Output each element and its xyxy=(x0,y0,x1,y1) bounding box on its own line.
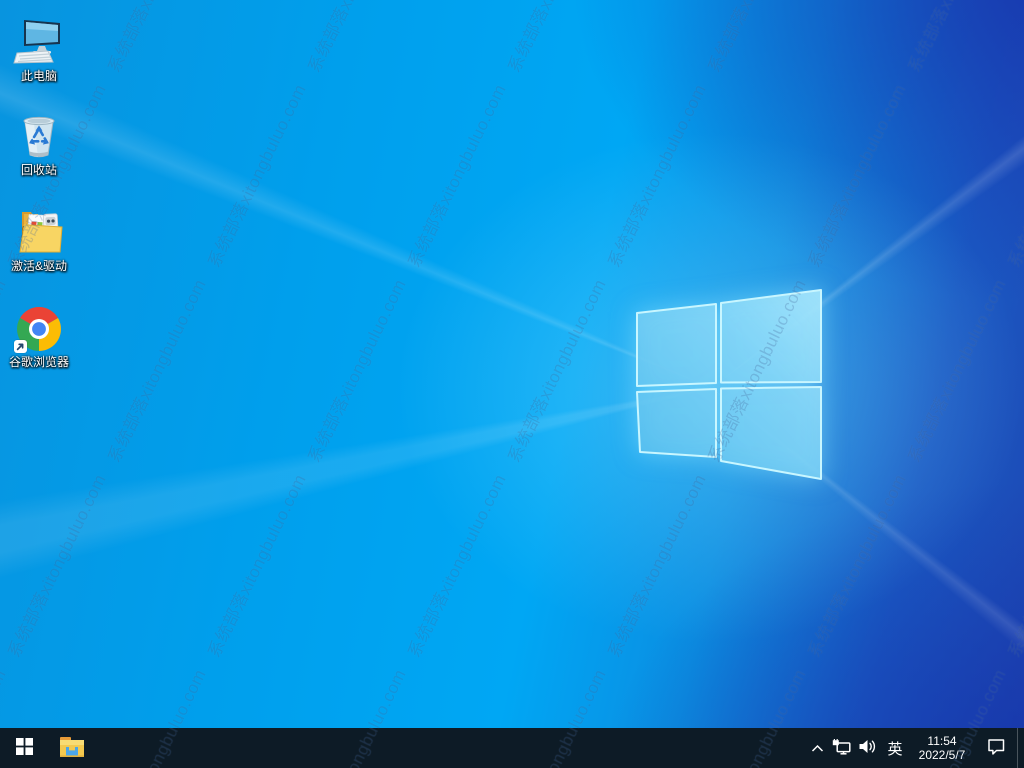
show-desktop-button[interactable] xyxy=(1017,728,1024,768)
windows-start-icon xyxy=(15,738,33,758)
ethernet-network-icon xyxy=(832,738,851,758)
taskbar: 英 11:54 2022/5/7 xyxy=(0,728,1024,768)
taskbar-clock[interactable]: 11:54 2022/5/7 xyxy=(909,728,975,768)
hidden-icons-button[interactable] xyxy=(805,728,829,768)
action-center-button[interactable] xyxy=(975,728,1017,768)
open-folder-icon xyxy=(14,204,64,256)
volume-tray-button[interactable] xyxy=(854,728,881,768)
desktop-icon-label: 谷歌浏览器 xyxy=(8,355,69,369)
notification-bubble-icon xyxy=(987,738,1006,758)
chevron-up-icon xyxy=(811,741,824,756)
desktop-icon-label: 此电脑 xyxy=(20,69,57,83)
desktop-icon-label: 激活&驱动 xyxy=(10,259,67,273)
this-pc-icon xyxy=(13,14,65,66)
chrome-icon xyxy=(14,300,62,353)
clock-time: 11:54 xyxy=(927,734,957,748)
system-tray: 英 11:54 2022/5/7 xyxy=(805,728,1024,768)
desktop-icon-this-pc[interactable]: 此电脑 xyxy=(2,14,76,83)
wallpaper xyxy=(0,0,1024,768)
file-explorer-button[interactable] xyxy=(48,728,96,768)
input-method-indicator[interactable]: 英 xyxy=(881,728,909,768)
recycle-bin-icon xyxy=(16,108,62,160)
speaker-icon xyxy=(858,739,877,757)
shortcut-arrow-icon xyxy=(14,340,27,353)
desktop-icon-chrome[interactable]: 谷歌浏览器 xyxy=(2,300,76,369)
file-explorer-icon xyxy=(59,736,85,761)
clock-date: 2022/5/7 xyxy=(918,748,966,762)
desktop-icon-activation-drivers[interactable]: 激活&驱动 xyxy=(2,204,76,273)
start-button[interactable] xyxy=(0,728,48,768)
desktop-icon-recycle-bin[interactable]: 回收站 xyxy=(2,108,76,177)
network-tray-button[interactable] xyxy=(829,728,854,768)
windows-logo xyxy=(636,289,822,480)
desktop: 此电脑 回收站 激活&驱动 谷歌浏览器 系统部落xitongbuluo.com … xyxy=(0,0,1024,768)
desktop-icon-label: 回收站 xyxy=(20,163,57,177)
